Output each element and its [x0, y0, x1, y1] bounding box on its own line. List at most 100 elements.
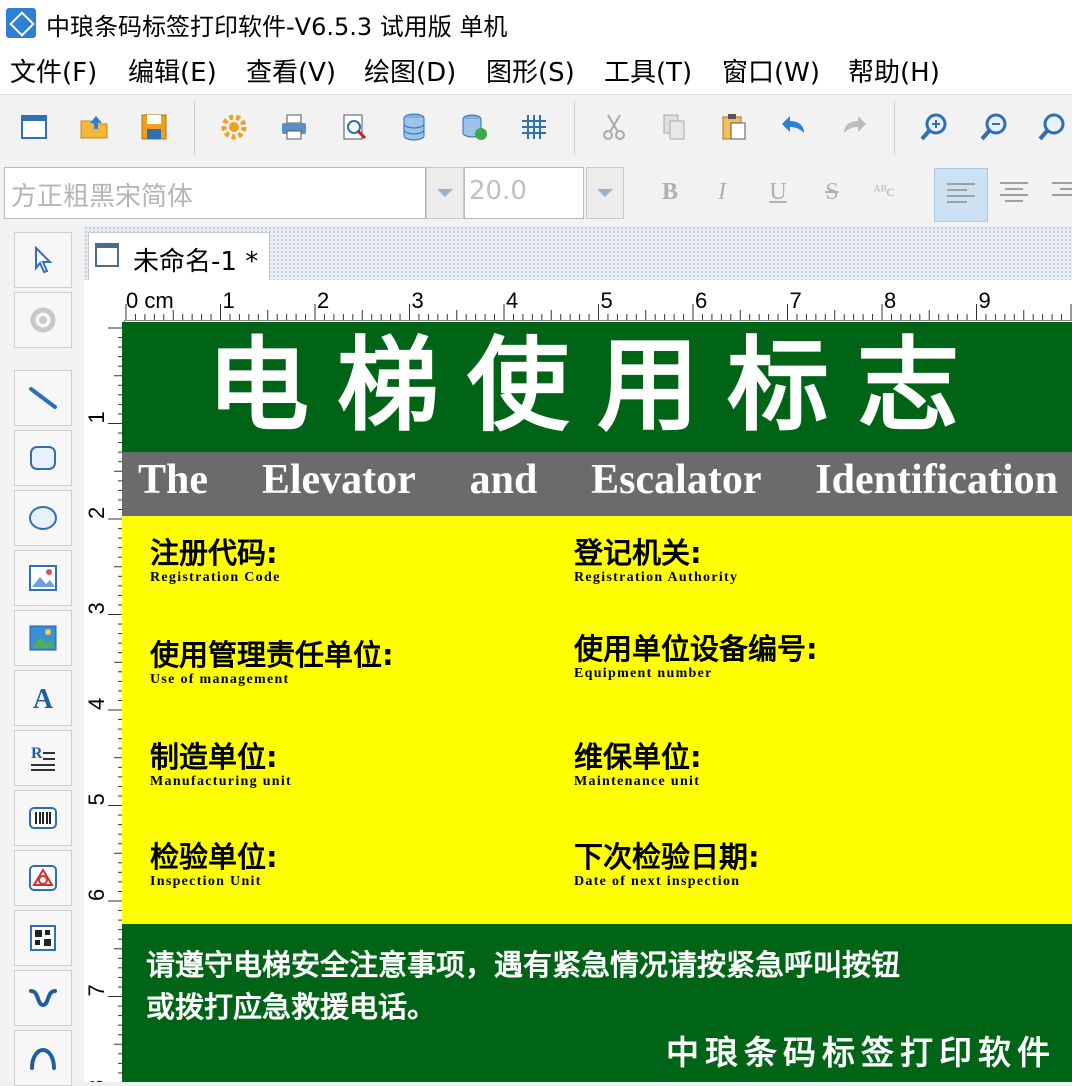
ruler-tick-label: 6 — [695, 288, 707, 313]
image-icon[interactable] — [14, 550, 72, 606]
italic-button[interactable]: I — [700, 170, 744, 214]
ruler-tick-label: 7 — [790, 288, 802, 313]
field-label-cn: 使用管理责任单位: — [150, 638, 394, 672]
rich-text-icon[interactable]: R — [14, 730, 72, 786]
ruler-tick-label: 7 — [84, 984, 109, 996]
ruler-tick-label: 4 — [84, 698, 109, 710]
field-registration-authority[interactable]: 登记机关: Registration Authority — [574, 536, 738, 586]
rounded-rect-icon[interactable] — [14, 430, 72, 486]
app-logo-icon — [6, 8, 36, 38]
align-left-button[interactable] — [934, 168, 988, 222]
zoom-in-icon[interactable] — [912, 105, 956, 149]
ruler-tick-label: 1 — [84, 411, 109, 423]
field-maintenance-unit[interactable]: 维保单位: Maintenance unit — [574, 740, 702, 790]
zoom-icon[interactable] — [1030, 105, 1072, 149]
horizontal-ruler[interactable]: 0 cm 1 2 3 4 5 6 7 8 9 — [84, 280, 1072, 321]
select-icon[interactable] — [14, 232, 72, 288]
font-family-select[interactable]: 方正粗黑宋简体 — [4, 167, 426, 219]
curve-icon[interactable] — [14, 970, 72, 1026]
label-canvas[interactable]: 电梯使用标志 The Elevator and Escalator Identi… — [122, 322, 1072, 1082]
field-use-of-management[interactable]: 使用管理责任单位: Use of management — [150, 638, 394, 688]
subtitle-word: Escalator — [591, 457, 762, 503]
align-center-button[interactable] — [988, 168, 1040, 220]
menu-draw[interactable]: 绘图(D) — [364, 52, 456, 89]
menu-file[interactable]: 文件(F) — [10, 52, 97, 89]
underline-button[interactable]: U — [756, 170, 800, 214]
text-icon[interactable]: A — [14, 670, 72, 726]
label-title-band: 电梯使用标志 — [122, 322, 1072, 452]
ruler-tick-label: 3 — [84, 602, 109, 614]
picture-icon[interactable] — [14, 610, 72, 666]
font-family-dropdown-icon[interactable] — [426, 167, 464, 219]
save-icon[interactable] — [132, 105, 176, 149]
font-size-input[interactable]: 20.0 — [464, 167, 584, 219]
strikethrough-button[interactable]: S — [810, 170, 854, 214]
database-settings-icon[interactable] — [452, 105, 496, 149]
paste-icon[interactable] — [712, 105, 756, 149]
menu-shape[interactable]: 图形(S) — [486, 52, 575, 89]
menu-tools[interactable]: 工具(T) — [604, 52, 692, 89]
field-manufacturing-unit[interactable]: 制造单位: Manufacturing unit — [150, 740, 292, 790]
format-toolbar: 方正粗黑宋简体 20.0 B I U S ᴬᴮᴄ — [0, 160, 1072, 227]
field-inspection-unit[interactable]: 检验单位: Inspection Unit — [150, 840, 278, 890]
subtitle-word: and — [469, 457, 538, 503]
settings-icon[interactable] — [212, 105, 256, 149]
font-size-value: 20.0 — [469, 176, 527, 206]
cut-icon[interactable] — [592, 105, 636, 149]
font-family-value: 方正粗黑宋简体 — [11, 182, 194, 212]
line-icon[interactable] — [14, 370, 72, 426]
field-label-en: Maintenance unit — [574, 774, 701, 789]
ruler-tick-label: 3 — [412, 288, 424, 313]
field-label-en: Registration Authority — [574, 570, 739, 585]
arc-icon[interactable] — [14, 1030, 72, 1086]
print-preview-icon[interactable] — [332, 105, 376, 149]
menu-view[interactable]: 查看(V) — [246, 52, 336, 89]
ruler-tick-label: 8 — [884, 288, 896, 313]
database-icon[interactable] — [392, 105, 436, 149]
font-size-dropdown-icon[interactable] — [586, 167, 624, 219]
new-icon[interactable] — [12, 105, 56, 149]
field-registration-code[interactable]: 注册代码: Registration Code — [150, 536, 281, 586]
qrcode-icon[interactable] — [14, 910, 72, 966]
subtitle-word: Identification — [815, 457, 1058, 503]
safety-notice[interactable]: 请遵守电梯安全注意事项，遇有紧急情况请按紧急呼叫按钮 或拨打应急救援电话。 — [146, 944, 1046, 1028]
document-tab-title: 未命名-1 * — [133, 247, 259, 277]
notice-line: 请遵守电梯安全注意事项，遇有紧急情况请按紧急呼叫按钮 — [146, 948, 901, 982]
field-label-cn: 使用单位设备编号: — [574, 632, 818, 666]
ruler-tick-label: 5 — [84, 793, 109, 805]
label-title[interactable]: 电梯使用标志 — [122, 324, 1072, 448]
label-fields-panel: 注册代码: Registration Code 登记机关: Registrati… — [122, 516, 1072, 924]
copy-icon[interactable] — [652, 105, 696, 149]
undo-icon[interactable] — [772, 105, 816, 149]
field-equipment-number[interactable]: 使用单位设备编号: Equipment number — [574, 632, 818, 682]
print-icon[interactable] — [272, 105, 316, 149]
notice-line: 或拨打应急救援电话。 — [146, 990, 437, 1024]
open-icon[interactable] — [72, 105, 116, 149]
text-effect-button[interactable]: ᴬᴮᴄ — [862, 170, 906, 214]
ellipse-icon[interactable] — [14, 490, 72, 546]
brand-text[interactable]: 中琅条码标签打印软件 — [666, 1026, 1056, 1074]
document-tab[interactable]: 未命名-1 * — [88, 232, 270, 281]
align-right-button[interactable] — [1040, 168, 1072, 220]
label-subtitle-band: The Elevator and Escalator Identificatio… — [122, 452, 1072, 516]
grid-icon[interactable] — [512, 105, 556, 149]
subtitle-word: The — [138, 457, 209, 503]
menu-bar: 文件(F) 编辑(E) 查看(V) 绘图(D) 图形(S) 工具(T) 窗口(W… — [0, 46, 1072, 94]
bold-button[interactable]: B — [648, 170, 692, 214]
menu-help[interactable]: 帮助(H) — [848, 52, 940, 89]
rotate-icon[interactable] — [14, 292, 72, 348]
vertical-ruler[interactable]: 12345678 — [84, 320, 125, 1082]
zoom-out-icon[interactable] — [972, 105, 1016, 149]
redo-icon[interactable] — [832, 105, 876, 149]
field-label-en: Equipment number — [574, 666, 713, 681]
field-label-cn: 注册代码: — [150, 536, 278, 570]
barcode-icon[interactable] — [14, 790, 72, 846]
field-next-inspection-date[interactable]: 下次检验日期: Date of next inspection — [574, 840, 760, 890]
field-label-en: Date of next inspection — [574, 874, 741, 889]
menu-edit[interactable]: 编辑(E) — [128, 52, 217, 89]
document-tab-strip: 未命名-1 * — [84, 226, 1072, 281]
label-subtitle[interactable]: The Elevator and Escalator Identificatio… — [138, 456, 1058, 504]
window-title: 中琅条码标签打印软件-V6.5.3 试用版 单机 — [46, 13, 508, 41]
menu-window[interactable]: 窗口(W) — [722, 52, 820, 89]
shape-icon[interactable] — [14, 850, 72, 906]
